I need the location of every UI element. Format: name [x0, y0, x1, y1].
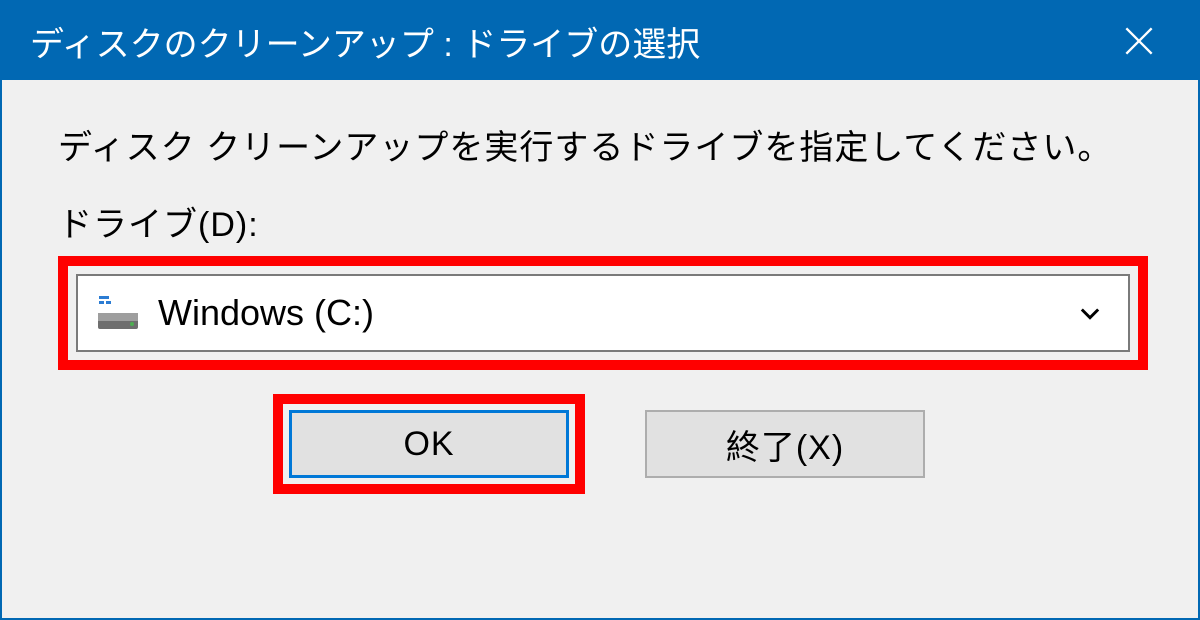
window-title: ディスクのクリーンアップ : ドライブの選択 [30, 17, 700, 66]
instruction-text: ディスク クリーンアップを実行するドライブを指定してください。 [58, 120, 1148, 169]
ok-button[interactable]: OK [289, 410, 569, 478]
disk-cleanup-dialog: ディスクのクリーンアップ : ドライブの選択 ディスク クリーンアップを実行する… [0, 0, 1200, 620]
drive-select[interactable]: Windows (C:) [76, 274, 1130, 352]
chevron-down-icon [1076, 299, 1104, 327]
selected-drive-text: Windows (C:) [158, 292, 1076, 334]
dropdown-highlight: Windows (C:) [58, 256, 1148, 370]
drive-label: ドライブ(D): [58, 197, 1148, 246]
ok-button-highlight: OK [273, 394, 585, 494]
titlebar: ディスクのクリーンアップ : ドライブの選択 [2, 2, 1198, 80]
dialog-content: ディスク クリーンアップを実行するドライブを指定してください。 ドライブ(D):… [2, 80, 1198, 618]
exit-button[interactable]: 終了(X) [645, 410, 925, 478]
close-icon [1120, 22, 1158, 60]
button-row: OK 終了(X) [58, 394, 1148, 494]
drive-icon [96, 291, 140, 335]
close-button[interactable] [1104, 2, 1174, 80]
